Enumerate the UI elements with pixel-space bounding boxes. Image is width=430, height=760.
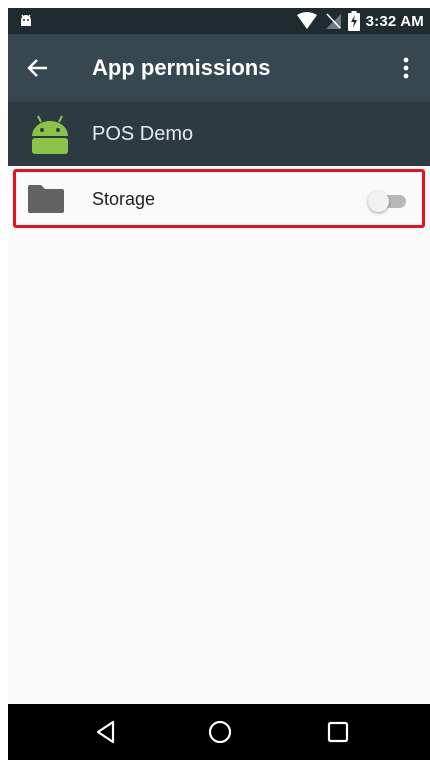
toggle-thumb xyxy=(368,191,389,212)
permission-label: Storage xyxy=(92,189,156,209)
storage-permission-toggle[interactable] xyxy=(368,190,408,212)
no-sim-icon xyxy=(325,13,341,29)
toolbar: App permissions xyxy=(8,34,430,102)
android-robot-icon xyxy=(32,115,68,154)
home-circle-icon[interactable] xyxy=(204,716,236,748)
recents-square-icon[interactable] xyxy=(322,716,354,748)
more-vert-icon[interactable] xyxy=(392,54,420,82)
screen: 3:32 AM App permissions POS Demo Storage xyxy=(8,8,430,760)
app-name: POS Demo xyxy=(92,123,194,145)
folder-icon xyxy=(28,185,64,213)
page-title: App permissions xyxy=(92,55,271,80)
status-time: 3:32 AM xyxy=(365,12,424,30)
back-triangle-icon[interactable] xyxy=(90,716,122,748)
navigation-bar xyxy=(8,704,430,760)
arrow-left-icon[interactable] xyxy=(24,54,52,82)
status-bar: 3:32 AM xyxy=(8,8,430,34)
android-notification-icon xyxy=(21,14,31,26)
permission-row-storage[interactable]: Storage xyxy=(13,169,425,228)
battery-charging-icon xyxy=(347,11,360,31)
app-header: POS Demo xyxy=(8,102,430,166)
wifi-icon xyxy=(296,12,317,29)
